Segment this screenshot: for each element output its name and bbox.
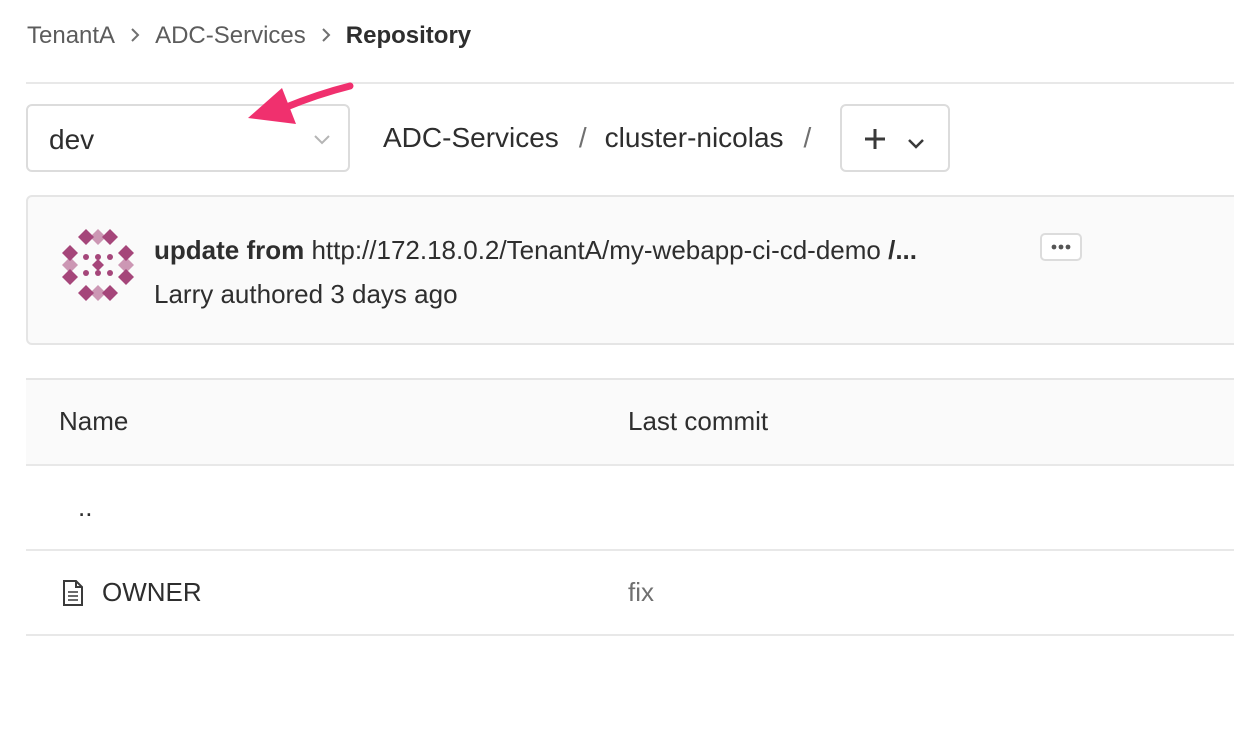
table-header: Name Last commit bbox=[26, 378, 1234, 466]
column-header-last-commit: Last commit bbox=[628, 406, 769, 436]
breadcrumb-tenant[interactable]: TenantA bbox=[27, 22, 115, 50]
file-icon bbox=[63, 580, 83, 606]
commit-title[interactable]: update from http://172.18.0.2/TenantA/my… bbox=[154, 235, 917, 266]
plus-icon bbox=[864, 128, 886, 155]
parent-directory-link[interactable]: .. bbox=[78, 492, 92, 523]
breadcrumb-project[interactable]: ADC-Services bbox=[155, 22, 306, 50]
commit-title-tail: /... bbox=[888, 235, 918, 265]
avatar[interactable] bbox=[62, 229, 134, 301]
last-commit-panel: update from http://172.18.0.2/TenantA/my… bbox=[26, 195, 1234, 345]
table-row[interactable]: OWNER fix bbox=[26, 551, 1234, 636]
table-row-parent-directory[interactable]: .. bbox=[26, 466, 1234, 551]
arrow-annotation bbox=[248, 82, 354, 124]
path-segment-project[interactable]: ADC-Services bbox=[383, 122, 559, 154]
ellipsis-icon bbox=[1051, 244, 1071, 250]
breadcrumb: TenantA ADC-Services Repository bbox=[27, 22, 471, 50]
divider bbox=[26, 82, 1234, 84]
chevron-down-icon bbox=[314, 132, 330, 150]
path-segment-folder[interactable]: cluster-nicolas bbox=[605, 122, 784, 154]
chevron-right-icon bbox=[130, 26, 140, 47]
expand-commit-message-button[interactable] bbox=[1040, 233, 1082, 261]
file-last-commit-link[interactable]: fix bbox=[628, 577, 654, 608]
file-name-link[interactable]: OWNER bbox=[102, 577, 202, 608]
commit-author-line: Larry authored 3 days ago bbox=[154, 279, 458, 309]
file-table: Name Last commit .. OWNER fix bbox=[26, 378, 1234, 636]
chevron-right-icon bbox=[321, 26, 331, 47]
repository-path: ADC-Services / cluster-nicolas / bbox=[383, 104, 829, 172]
branch-selector-value: dev bbox=[49, 124, 95, 155]
chevron-down-icon bbox=[908, 136, 924, 154]
breadcrumb-current[interactable]: Repository bbox=[346, 22, 471, 50]
column-header-name: Name bbox=[59, 406, 129, 436]
commit-title-bold: update from bbox=[154, 235, 305, 265]
path-separator: / bbox=[578, 122, 587, 153]
add-file-dropdown-button[interactable] bbox=[840, 104, 950, 172]
commit-title-url: http://172.18.0.2/TenantA/my-webapp-ci-c… bbox=[304, 235, 889, 265]
path-separator: / bbox=[803, 122, 812, 153]
